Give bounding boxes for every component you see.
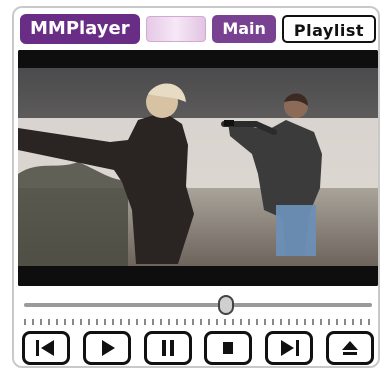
eject-button[interactable] (325, 331, 374, 365)
skip-next-icon (281, 340, 300, 356)
pause-icon (161, 340, 174, 356)
transport-buttons (22, 330, 374, 366)
device-frame: MMPlayer Main Playlist (12, 6, 380, 368)
title-strip (145, 16, 207, 42)
pause-button[interactable] (143, 331, 192, 365)
skip-previous-icon (36, 340, 54, 356)
stop-button[interactable] (204, 331, 253, 365)
top-bar: MMPlayer Main Playlist (20, 12, 376, 46)
next-button[interactable] (265, 331, 314, 365)
tab-main[interactable]: Main (212, 15, 276, 43)
app-title: MMPlayer (20, 14, 140, 44)
player-controls (18, 292, 378, 366)
video-frame (18, 50, 378, 286)
seek-bar[interactable] (24, 295, 372, 317)
tab-playlist[interactable]: Playlist (281, 15, 376, 43)
play-icon (101, 340, 115, 356)
seek-ticks (24, 319, 372, 325)
seek-thumb[interactable] (217, 295, 234, 315)
play-button[interactable] (82, 331, 131, 365)
seek-track (24, 303, 372, 307)
video-view[interactable] (18, 50, 378, 286)
stop-icon (223, 342, 234, 354)
prev-button[interactable] (22, 331, 70, 365)
eject-icon (341, 341, 358, 355)
